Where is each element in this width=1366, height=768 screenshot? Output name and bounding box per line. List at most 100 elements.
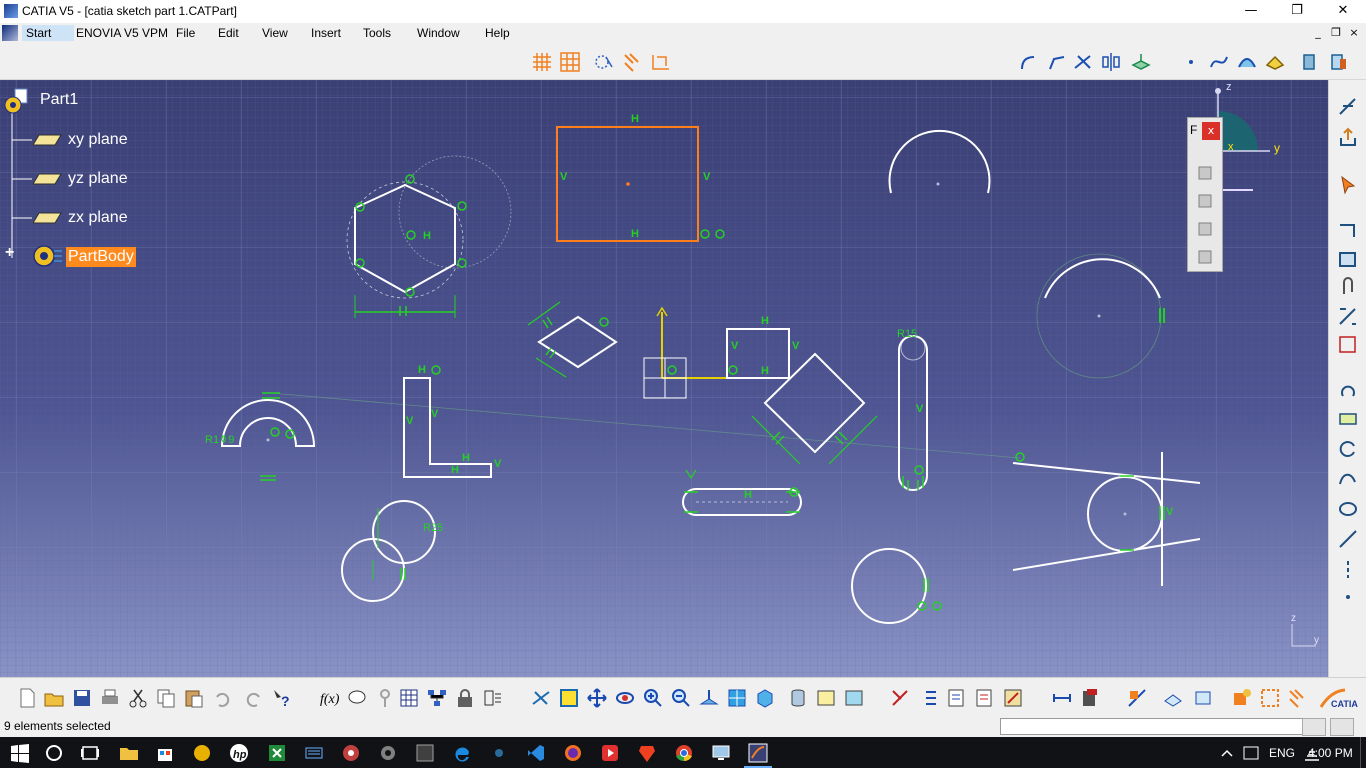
fly-mode-icon[interactable] (530, 687, 552, 709)
chrome-icon[interactable] (674, 743, 694, 763)
mdi-close-button[interactable]: × (1346, 26, 1362, 40)
input-method-icon[interactable] (1241, 743, 1261, 763)
tool-icon-2[interactable] (1196, 192, 1214, 210)
new-file-icon[interactable] (16, 687, 38, 709)
print-icon[interactable] (99, 687, 121, 709)
copy-icon[interactable] (155, 687, 177, 709)
trim-icon[interactable] (1072, 51, 1094, 73)
dimension-icon[interactable] (1051, 687, 1073, 709)
pan-icon[interactable] (586, 687, 608, 709)
solver-icon[interactable] (341, 743, 361, 763)
snap-to-point-icon[interactable] (531, 51, 553, 73)
formula-icon[interactable]: f(x) (318, 687, 340, 709)
open-file-icon[interactable] (43, 687, 65, 709)
project-3d-elements-icon[interactable] (1130, 51, 1152, 73)
search-icon[interactable] (44, 743, 64, 763)
task-view-icon[interactable] (80, 743, 100, 763)
dimensional-constraints-icon[interactable] (650, 51, 672, 73)
window-close-button[interactable]: ✕ (1320, 0, 1366, 23)
shading-icon[interactable] (787, 687, 809, 709)
comment-icon[interactable] (346, 687, 368, 709)
menu-view[interactable]: View (258, 25, 292, 41)
menu-insert[interactable]: Insert (307, 25, 345, 41)
catalog-icon[interactable] (1079, 687, 1101, 709)
rectangle-icon[interactable] (1337, 248, 1359, 270)
constraint-icon[interactable] (1337, 306, 1359, 328)
spline-icon[interactable] (1208, 51, 1230, 73)
lock-icon[interactable] (454, 687, 476, 709)
key-icon[interactable] (374, 687, 396, 709)
keyboard-icon[interactable] (304, 743, 324, 763)
datum-icon[interactable] (1162, 687, 1184, 709)
sketcher-icon[interactable] (1337, 96, 1359, 118)
list-icon[interactable] (918, 687, 940, 709)
circle-arrow-icon[interactable] (1337, 438, 1359, 460)
exit-workbench-icon[interactable] (1300, 51, 1322, 73)
remote-desktop-icon[interactable] (711, 743, 731, 763)
tool-icon-4[interactable] (1196, 248, 1214, 266)
workbench-switch-icon[interactable] (1328, 51, 1350, 73)
spreadsheet-icon[interactable] (267, 743, 287, 763)
help-icon[interactable]: ? (271, 687, 293, 709)
command-input[interactable] (1000, 718, 1304, 735)
select-icon[interactable] (1337, 174, 1359, 196)
plane-icon[interactable] (33, 172, 63, 186)
rotate-view-icon[interactable] (614, 687, 636, 709)
edge-icon[interactable] (452, 743, 472, 763)
hp-icon[interactable]: hp (229, 743, 249, 763)
tool-icon-1[interactable] (1196, 164, 1214, 182)
mirror-icon[interactable] (1100, 51, 1122, 73)
tree-item-partbody[interactable]: PartBody (66, 247, 136, 267)
knowledge-icon[interactable] (482, 687, 504, 709)
multi-view-icon[interactable] (726, 687, 748, 709)
vscode-icon[interactable] (526, 743, 546, 763)
auto-constraint-icon[interactable] (1337, 334, 1359, 356)
status-button-2[interactable] (1330, 718, 1354, 736)
swap-visible-icon[interactable] (843, 687, 865, 709)
hide-show-icon[interactable] (815, 687, 837, 709)
gear-app-icon[interactable] (378, 743, 398, 763)
constraint-toggle-icon[interactable] (1287, 687, 1309, 709)
tree-item-yz-plane[interactable]: yz plane (68, 170, 128, 188)
plane-icon[interactable] (33, 211, 63, 225)
point-tool-icon[interactable] (1337, 586, 1359, 608)
catia-taskbar-icon[interactable] (748, 743, 768, 763)
tree-root-label[interactable]: Part1 (40, 91, 78, 109)
iso-view-icon[interactable] (754, 687, 776, 709)
undo-icon[interactable] (211, 687, 233, 709)
show-desktop-button[interactable] (1360, 737, 1366, 768)
conic-icon[interactable] (1236, 51, 1258, 73)
media-app-icon[interactable] (600, 743, 620, 763)
windows-start-icon[interactable] (10, 743, 30, 763)
chamfer-icon[interactable] (1046, 51, 1068, 73)
point-icon[interactable] (1180, 51, 1202, 73)
zoom-out-icon[interactable] (670, 687, 692, 709)
firefox-icon[interactable] (563, 743, 583, 763)
stack-icon[interactable] (1192, 687, 1214, 709)
status-button-1[interactable] (1302, 718, 1326, 736)
analysis-icon[interactable] (946, 687, 968, 709)
tree-structure-icon[interactable] (426, 687, 448, 709)
menu-start[interactable]: Start (22, 25, 74, 41)
material-icon[interactable] (1126, 687, 1148, 709)
scale-icon[interactable] (1337, 408, 1359, 430)
menu-enovia[interactable]: ENOVIA V5 VPM (72, 25, 172, 41)
menu-window[interactable]: Window (413, 25, 464, 41)
menu-tools[interactable]: Tools (359, 25, 395, 41)
store-icon[interactable] (155, 743, 175, 763)
redo-icon[interactable] (243, 687, 265, 709)
tree-item-zx-plane[interactable]: zx plane (68, 209, 128, 227)
measure-icon[interactable] (1002, 687, 1024, 709)
axis-icon[interactable] (1337, 558, 1359, 580)
curve-icon[interactable] (1337, 468, 1359, 490)
window-app-icon[interactable] (415, 743, 435, 763)
ellipse-icon[interactable] (1337, 498, 1359, 520)
plane-icon[interactable] (33, 133, 63, 147)
construction-toggle-icon[interactable] (1259, 687, 1281, 709)
window-minimize-button[interactable]: — (1228, 0, 1274, 23)
menu-file[interactable]: File (172, 25, 199, 41)
app-yellow-icon[interactable] (192, 743, 212, 763)
body-icon[interactable] (30, 243, 64, 269)
cut-icon[interactable] (127, 687, 149, 709)
app-dark-icon[interactable] (489, 743, 509, 763)
